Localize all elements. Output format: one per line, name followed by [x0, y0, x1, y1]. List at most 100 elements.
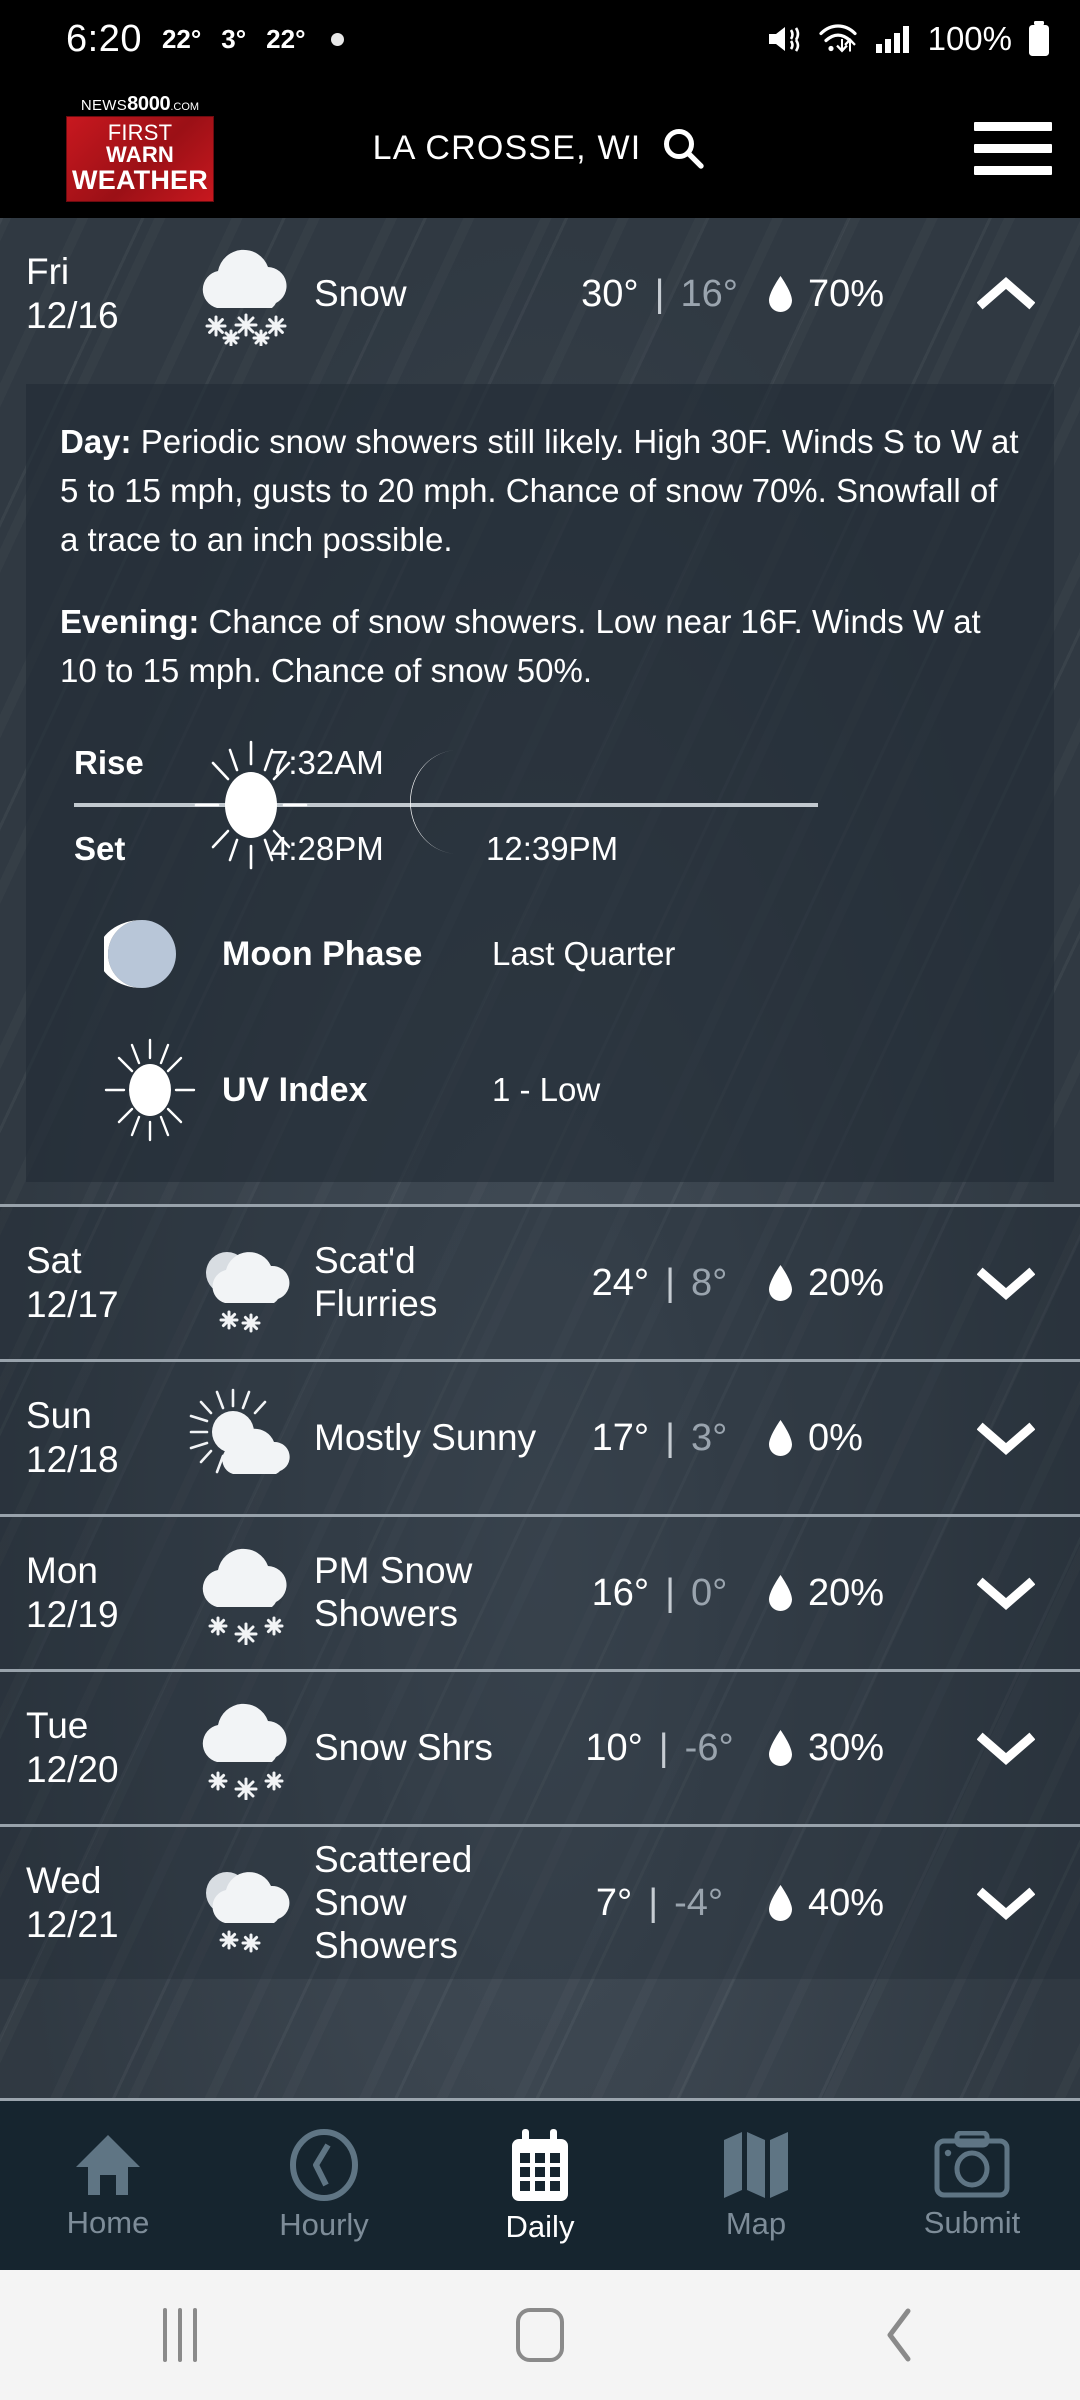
chevron-down-icon[interactable]	[962, 1419, 1050, 1457]
moon-time: 12:39PM	[486, 830, 619, 868]
tab-hourly[interactable]: Hourly	[216, 2128, 432, 2243]
temp-high: 24°	[591, 1261, 650, 1304]
hamburger-line-3	[974, 165, 1052, 175]
tab-map[interactable]: Map	[648, 2130, 864, 2242]
water-drop-icon	[769, 276, 792, 312]
chevron-down-icon[interactable]	[962, 1729, 1050, 1767]
temp-separator: |	[665, 1571, 675, 1614]
forecast-precipitation: 20%	[767, 1262, 962, 1305]
chevron-up-icon[interactable]	[962, 275, 1050, 313]
logo-news-tld: .COM	[170, 100, 200, 113]
back-icon[interactable]	[720, 2305, 1080, 2365]
forecast-row-wed[interactable]: Wed 12/21 Scattered Snow Showers 7° | -4…	[0, 1827, 1080, 1980]
forecast-precipitation: 70%	[767, 273, 962, 316]
temp-low: 3°	[691, 1416, 728, 1459]
forecast-precipitation: 20%	[767, 1572, 962, 1615]
temp-separator: |	[654, 272, 665, 315]
chevron-down-icon[interactable]	[962, 1264, 1050, 1302]
forecast-condition: Snow Shrs	[314, 1726, 493, 1768]
sun-moon-timeline: Rise Set 7:32AM 4:28PM 12:39PM	[74, 740, 1006, 870]
temp-high: 30°	[581, 272, 639, 315]
precip-value: 30%	[808, 1726, 885, 1769]
day-name: Mon	[26, 1549, 98, 1591]
day-date: 12/19	[26, 1594, 119, 1636]
precip-value: 20%	[808, 1571, 885, 1614]
status-clock: 6:20	[66, 17, 142, 60]
sunset-time: 4:28PM	[270, 830, 384, 868]
set-label: Set	[74, 830, 126, 868]
logo-news-word: NEWS	[80, 96, 128, 114]
logo-news8000: NEWS8000.COM	[66, 94, 214, 116]
forecast-condition: Scat'd Flurries	[314, 1240, 438, 1325]
forecast-day-date: Wed 12/21	[26, 1859, 178, 1948]
status-notification-dot	[331, 32, 345, 46]
day-name: Fri	[26, 250, 70, 292]
precip-value: 70%	[808, 272, 885, 315]
detail-evening-text: Chance of snow showers. Low near 16F. Wi…	[60, 603, 981, 690]
search-icon[interactable]	[659, 124, 707, 172]
tab-label: Map	[725, 2205, 787, 2241]
day-name: Wed	[26, 1859, 102, 1901]
water-drop-icon	[769, 1575, 792, 1612]
forecast-row-sat[interactable]: Sat 12/17 Scat'd Flurries 24° | 8° 20%	[0, 1207, 1080, 1360]
detail-evening-paragraph: Evening: Chance of snow showers. Low nea…	[60, 598, 1020, 696]
forecast-day-date: Mon 12/19	[26, 1549, 178, 1638]
recents-icon[interactable]	[0, 2308, 360, 2362]
station-logo[interactable]: NEWS8000.COM FIRST WARN WEATHER	[66, 94, 214, 203]
forecast-row-mon[interactable]: Mon 12/19 PM Snow Showers 16° | 0° 20%	[0, 1517, 1080, 1670]
mute-icon	[768, 27, 799, 52]
uv-index-row: UV Index 1 - Low	[60, 1038, 1020, 1142]
chevron-down-icon[interactable]	[962, 1574, 1050, 1612]
battery-icon	[1029, 21, 1049, 56]
location-label[interactable]: LA CROSSE, WI	[373, 129, 642, 168]
partly-cloudy-snow-icon	[178, 1231, 314, 1335]
temp-high: 16°	[591, 1571, 650, 1614]
precip-value: 0%	[808, 1416, 863, 1459]
precip-value: 20%	[808, 1261, 885, 1304]
detail-evening-label: Evening:	[60, 603, 200, 641]
forecast-temperatures: 24° | 8°	[552, 1262, 767, 1305]
forecast-day-date: Sun 12/18	[26, 1394, 178, 1483]
tab-daily[interactable]: Daily	[432, 2127, 648, 2245]
temp-separator: |	[658, 1726, 669, 1769]
temp-separator: |	[665, 1416, 675, 1459]
forecast-detail-panel: Day: Periodic snow showers still likely.…	[26, 384, 1054, 1183]
forecast-temperatures: 16° | 0°	[552, 1572, 767, 1615]
home-icon	[76, 2134, 140, 2195]
sunrise-time: 7:32AM	[270, 744, 384, 782]
home-button-icon[interactable]	[360, 2308, 720, 2362]
forecast-row-fri[interactable]: Fri 12/16 Snow 30° | 16° 70%	[0, 218, 1080, 370]
tab-label: Home	[66, 2204, 150, 2240]
detail-day-text: Periodic snow showers still likely. High…	[60, 423, 1019, 558]
status-temp-1: 22°	[161, 23, 202, 54]
tab-submit[interactable]: Submit	[864, 2130, 1080, 2241]
snow-icon	[178, 1541, 314, 1646]
forecast-precipitation: 30%	[767, 1727, 962, 1770]
clock-icon	[290, 2128, 358, 2201]
moon-phase-icon	[104, 916, 222, 992]
daily-forecast-list[interactable]: Fri 12/16 Snow 30° | 16° 70% Day: Period…	[0, 218, 1080, 2098]
forecast-row-sun[interactable]: Sun 12/18 Mostly Sunny 17° | 3° 0%	[0, 1362, 1080, 1515]
weather-app-screen: 6:20 22° 3° 22° 100% NEWS8000.COM FIRST …	[0, 0, 1080, 2400]
hamburger-menu-icon[interactable]	[974, 121, 1052, 175]
partly-cloudy-snow-icon	[178, 1851, 314, 1955]
snow-icon	[178, 1696, 314, 1801]
forecast-temperatures: 7° | -4°	[552, 1882, 767, 1925]
tab-label: Submit	[923, 2204, 1021, 2240]
precip-value: 40%	[808, 1881, 885, 1924]
tab-home[interactable]: Home	[0, 2131, 216, 2241]
water-drop-icon	[769, 1730, 792, 1767]
day-date: 12/16	[26, 295, 119, 336]
uv-index-value: 1 - Low	[492, 1071, 601, 1109]
day-date: 12/18	[26, 1439, 119, 1481]
forecast-condition: Snow	[314, 272, 407, 314]
signal-icon	[875, 26, 909, 53]
day-name: Sun	[26, 1394, 92, 1436]
chevron-down-icon[interactable]	[962, 1884, 1050, 1922]
forecast-condition: PM Snow Showers	[314, 1550, 473, 1635]
forecast-condition: Mostly Sunny	[314, 1416, 537, 1458]
forecast-condition: Scattered Snow Showers	[314, 1838, 473, 1966]
forecast-row-tue[interactable]: Tue 12/20 Snow Shrs 10° | -6° 30%	[0, 1672, 1080, 1825]
forecast-temperatures: 17° | 3°	[552, 1417, 767, 1460]
day-name: Sat	[26, 1239, 82, 1281]
